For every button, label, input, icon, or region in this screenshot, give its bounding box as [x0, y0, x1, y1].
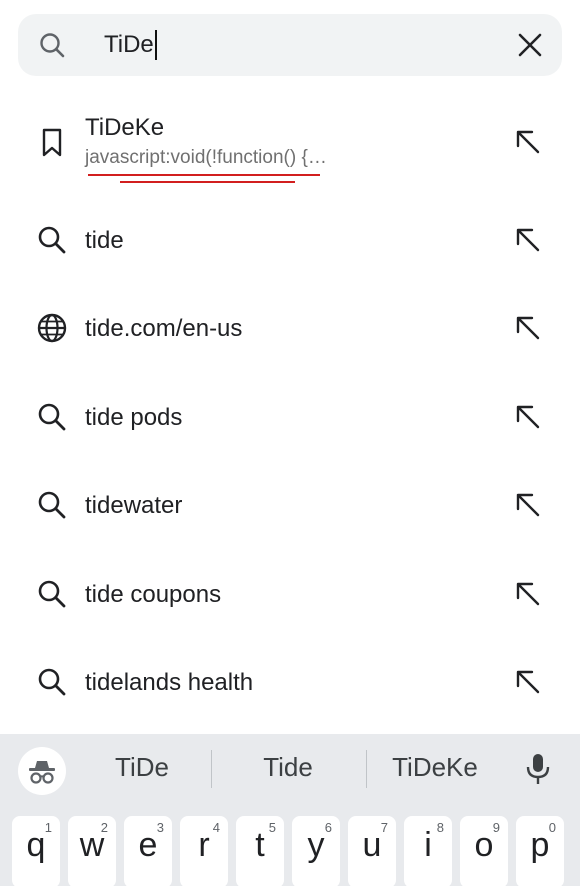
divider [366, 750, 367, 788]
key-char: i [424, 826, 432, 864]
fill-query-arrow-icon[interactable] [508, 222, 544, 258]
annotation-underline [88, 174, 320, 176]
key-char: o [474, 826, 494, 864]
microphone-icon[interactable] [522, 752, 554, 786]
key-char: w [79, 826, 105, 864]
key-char: e [138, 826, 158, 864]
search-icon [38, 403, 66, 431]
key-y[interactable]: 6y [292, 816, 340, 888]
search-input[interactable]: TiDe [104, 30, 157, 60]
suggestion-title: tidelands health [85, 669, 254, 696]
key-char: p [530, 826, 550, 864]
suggestion-title: tide.com/en-us [85, 315, 243, 342]
fill-query-arrow-icon[interactable] [508, 399, 544, 435]
search-query-text: TiDe [104, 31, 154, 58]
key-char: r [198, 826, 210, 864]
key-r[interactable]: 4r [180, 816, 228, 888]
suggestion-title: tide [85, 227, 124, 254]
text-cursor [154, 30, 157, 60]
suggestion-row[interactable]: tide pods [0, 373, 580, 461]
suggestion-row-bookmark[interactable]: TiDeKe javascript:void(!function() {… [0, 96, 580, 184]
key-q[interactable]: 1q [12, 816, 60, 888]
suggestion-title: tide coupons [85, 581, 222, 608]
search-icon [38, 580, 66, 608]
fill-query-arrow-icon[interactable] [508, 487, 544, 523]
globe-icon [37, 313, 67, 343]
suggestion-title: TiDeKe [85, 114, 165, 141]
suggestion-row[interactable]: tide [0, 196, 580, 284]
fill-query-arrow-icon[interactable] [508, 664, 544, 700]
key-char: y [307, 826, 325, 864]
incognito-button[interactable] [18, 747, 66, 795]
key-u[interactable]: 7u [348, 816, 396, 888]
suggestion-title: tidewater [85, 492, 183, 519]
suggestion-row[interactable]: tidewater [0, 461, 580, 549]
suggestion-title: tide pods [85, 404, 183, 431]
suggestion-row[interactable]: tide coupons [0, 550, 580, 638]
suggestion-row[interactable]: tide.com/en-us [0, 284, 580, 372]
search-icon [38, 668, 66, 696]
key-i[interactable]: 8i [404, 816, 452, 888]
key-e[interactable]: 3e [124, 816, 172, 888]
keyboard-suggestion[interactable]: TiDe [92, 752, 192, 783]
search-icon [38, 226, 66, 254]
key-char: q [26, 826, 46, 864]
keyboard-suggestion[interactable]: Tide [238, 752, 338, 783]
annotation-underline [120, 181, 295, 183]
search-bar: TiDe [18, 14, 562, 76]
close-icon[interactable] [516, 31, 544, 59]
fill-query-arrow-icon[interactable] [508, 124, 544, 160]
search-icon [38, 491, 66, 519]
key-char: u [362, 826, 382, 864]
key-w[interactable]: 2w [68, 816, 116, 888]
suggestion-url: javascript:void(!function() {… [85, 147, 327, 168]
key-o[interactable]: 9o [460, 816, 508, 888]
key-p[interactable]: 0p [516, 816, 564, 888]
keyboard: TiDe Tide TiDeKe 1q 2w 3e 4r 5t 6y 7u 8i… [0, 734, 580, 888]
key-char: t [255, 826, 265, 864]
divider [211, 750, 212, 788]
key-t[interactable]: 5t [236, 816, 284, 888]
search-icon [40, 33, 65, 58]
keyboard-suggestion[interactable]: TiDeKe [380, 752, 490, 783]
fill-query-arrow-icon[interactable] [508, 576, 544, 612]
incognito-icon [29, 761, 55, 784]
bookmark-icon [42, 128, 62, 157]
suggestion-row[interactable]: tidelands health [0, 638, 580, 726]
fill-query-arrow-icon[interactable] [508, 310, 544, 346]
